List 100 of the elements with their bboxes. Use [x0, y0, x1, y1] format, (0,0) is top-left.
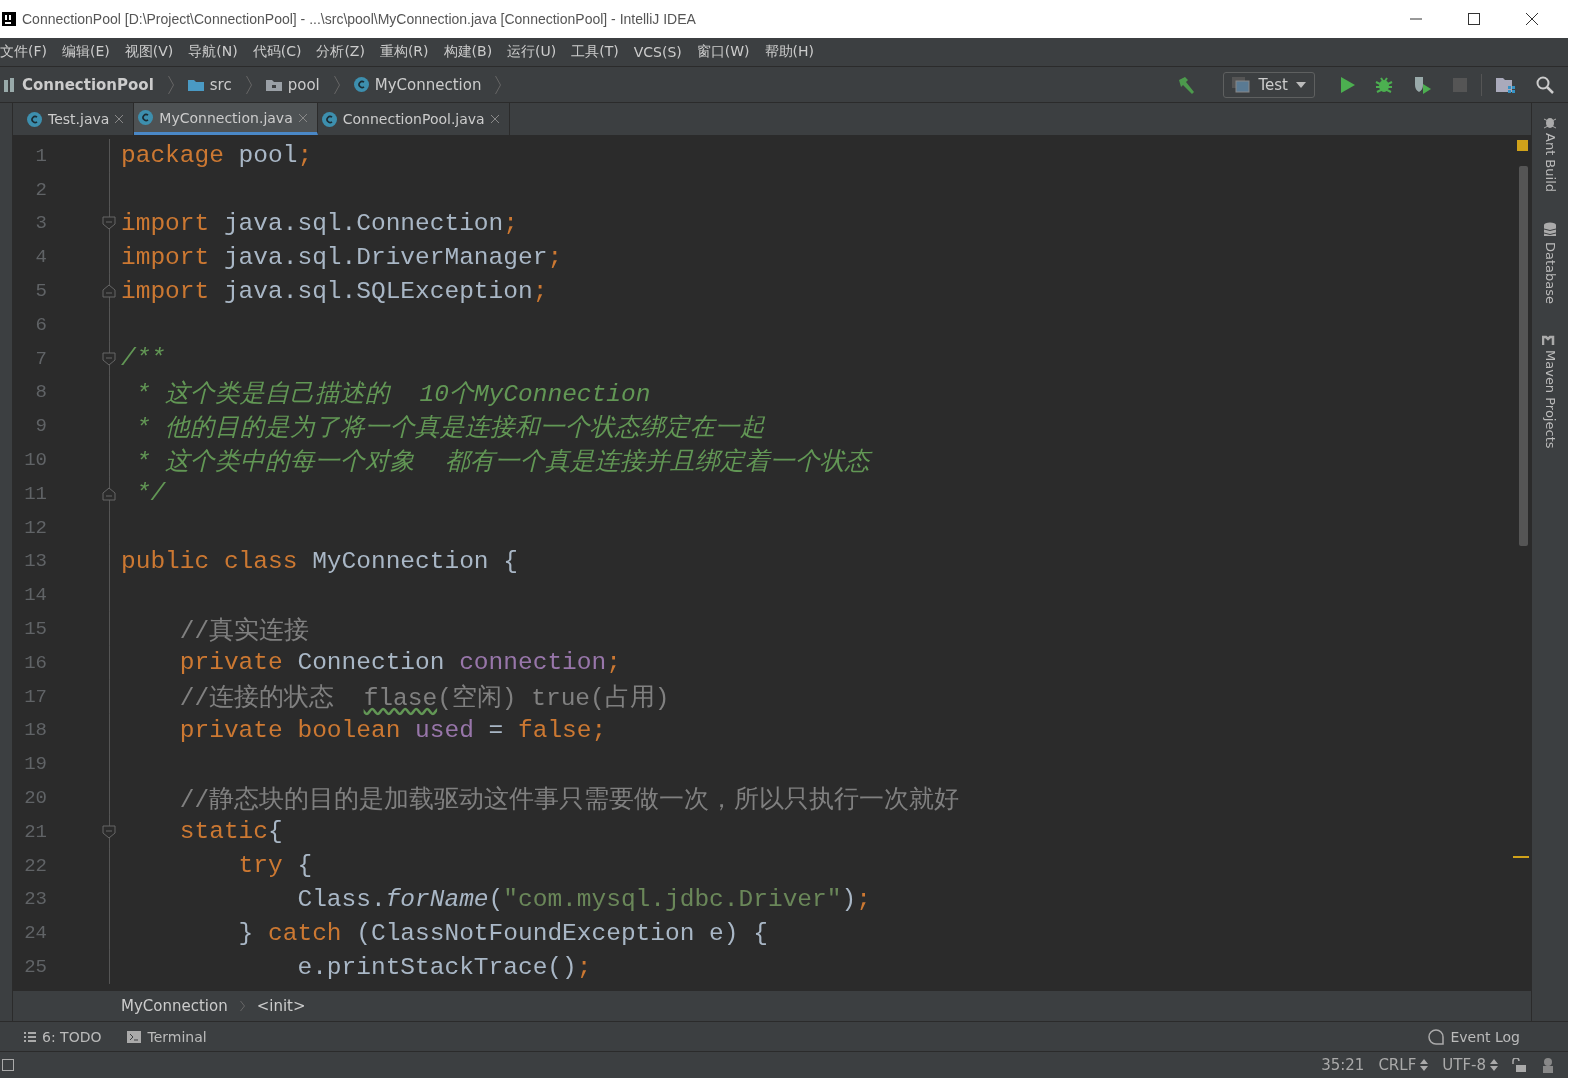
- class-icon: [353, 77, 369, 92]
- breadcrumb-item[interactable]: MyConnection: [121, 997, 228, 1015]
- chevron-icon: [167, 75, 174, 94]
- code-line: import java.sql.Connection;: [121, 210, 518, 237]
- fold-icon[interactable]: [102, 216, 116, 231]
- line-number: 20: [23, 787, 47, 810]
- event-log-button[interactable]: Event Log: [1428, 1028, 1520, 1045]
- search-icon[interactable]: [1536, 75, 1554, 94]
- fold-icon[interactable]: [102, 486, 116, 501]
- line-number: 12: [23, 516, 47, 539]
- project-structure-icon[interactable]: [1496, 75, 1516, 94]
- code-line: private boolean used = false;: [178, 716, 607, 744]
- bug-icon[interactable]: [1375, 75, 1393, 94]
- tool-window-button[interactable]: Database: [1542, 222, 1558, 305]
- menu-item[interactable]: VCS(S): [633, 44, 682, 60]
- line-number: 4: [34, 246, 47, 269]
- lock-icon[interactable]: [1512, 1058, 1526, 1072]
- code-line: import java.sql.SQLException;: [121, 277, 548, 305]
- class-icon: [138, 110, 154, 125]
- close-icon[interactable]: [1526, 13, 1538, 25]
- code-line: public class MyConnection {: [121, 547, 518, 575]
- code-line: * 这个类是自己描述的 10个MyConnection: [134, 379, 651, 409]
- line-number: 2: [34, 178, 47, 201]
- menu-item[interactable]: 帮助(H): [764, 43, 815, 61]
- menu-item[interactable]: 编辑(E): [62, 43, 110, 61]
- code-line: try {: [237, 852, 313, 880]
- tool-window-button[interactable]: 6: TODO: [24, 1028, 102, 1045]
- editor-tab[interactable]: MyConnection.java: [134, 103, 318, 135]
- line-number: 19: [23, 753, 47, 776]
- menu-item[interactable]: 导航(N): [188, 43, 238, 61]
- line-number: 14: [23, 584, 47, 607]
- ant-icon: [1543, 115, 1557, 129]
- warning-marker[interactable]: [1517, 140, 1528, 151]
- cursor-position[interactable]: 35:21: [1321, 1056, 1365, 1074]
- menu-item[interactable]: 构建(B): [443, 43, 493, 61]
- tool-window-button[interactable]: Terminal: [127, 1028, 207, 1045]
- run-config-dropdown[interactable]: Test: [1223, 71, 1315, 98]
- speech-bubble-icon: [1428, 1028, 1445, 1045]
- line-number: 3: [34, 212, 47, 235]
- fold-icon[interactable]: [102, 351, 116, 366]
- line-separator-selector[interactable]: CRLF: [1378, 1056, 1429, 1074]
- code-line: e.printStackTrace();: [296, 953, 592, 981]
- breadcrumb-item[interactable]: MyConnection: [353, 75, 482, 94]
- code-line: /**: [121, 345, 166, 373]
- chevron-icon: [333, 75, 340, 94]
- code-line: static{: [178, 818, 283, 846]
- maximize-icon[interactable]: [1468, 13, 1480, 25]
- tool-window-button[interactable]: Maven Projects: [1542, 334, 1558, 449]
- line-number: 21: [23, 820, 47, 843]
- database-icon: [1543, 222, 1557, 238]
- menu-item[interactable]: 重构(R): [379, 43, 429, 61]
- line-number: 16: [23, 651, 47, 674]
- code-line: Class.forName("com.mysql.jdbc.Driver");: [296, 885, 871, 913]
- panel-toggle-icon[interactable]: [2, 1059, 14, 1071]
- menu-item[interactable]: 工具(T): [571, 43, 619, 61]
- line-number: 22: [23, 854, 47, 877]
- class-icon: [27, 111, 42, 127]
- code-line: private Connection connection;: [178, 649, 621, 677]
- menu-item[interactable]: 分析(Z): [316, 43, 365, 61]
- line-number: 5: [34, 280, 47, 303]
- fold-icon[interactable]: [102, 284, 116, 299]
- scrollbar-thumb[interactable]: [1519, 166, 1528, 546]
- code-editor[interactable]: [13, 136, 1531, 990]
- line-number: 7: [34, 347, 47, 370]
- code-line: * 他的目的是为了将一个真是连接和一个状态绑定在一起: [134, 413, 766, 443]
- breadcrumb-item[interactable]: <init>: [256, 997, 306, 1015]
- terminal-icon: [127, 1030, 142, 1043]
- line-number: 25: [23, 956, 47, 978]
- line-number: 10: [23, 449, 47, 472]
- code-line: //静态块的目的是加载驱动这件事只需要做一次，所以只执行一次就好: [178, 785, 960, 815]
- fold-icon[interactable]: [102, 824, 116, 839]
- line-number: 15: [23, 618, 47, 641]
- code-line: */: [134, 480, 166, 508]
- menu-item[interactable]: 代码(C): [252, 43, 302, 61]
- encoding-selector[interactable]: UTF-8: [1442, 1056, 1498, 1074]
- list-icon: [24, 1031, 36, 1042]
- line-number: 9: [34, 415, 47, 438]
- up-down-arrows-icon: [1490, 1059, 1498, 1071]
- breadcrumb-item[interactable]: pool: [265, 75, 320, 94]
- menu-item[interactable]: 文件(F): [0, 43, 47, 61]
- editor-tab[interactable]: ConnectionPool.java: [317, 103, 510, 135]
- up-down-arrows-icon: [1420, 1059, 1429, 1071]
- folder-icon: [187, 78, 204, 91]
- menu-item[interactable]: 运行(U): [507, 43, 557, 61]
- menu-item[interactable]: 窗口(W): [696, 43, 750, 61]
- play-icon[interactable]: [1341, 76, 1355, 93]
- line-number: 11: [23, 482, 47, 505]
- error-stripe-marker[interactable]: [1513, 856, 1529, 858]
- chevron-icon: [239, 1001, 245, 1011]
- line-number: 24: [23, 922, 47, 945]
- inspector-icon[interactable]: [1540, 1057, 1556, 1073]
- code-line: import java.sql.DriverManager;: [121, 243, 563, 271]
- chevron-icon: [495, 75, 502, 94]
- breadcrumb-item[interactable]: src: [187, 75, 232, 94]
- breadcrumb-item[interactable]: ConnectionPool: [4, 75, 154, 94]
- line-number: 6: [34, 313, 47, 336]
- line-number: 23: [23, 888, 47, 911]
- coverage-icon[interactable]: [1413, 75, 1433, 94]
- tool-window-button[interactable]: Ant Build: [1542, 115, 1558, 192]
- menu-item[interactable]: 视图(V): [124, 43, 174, 61]
